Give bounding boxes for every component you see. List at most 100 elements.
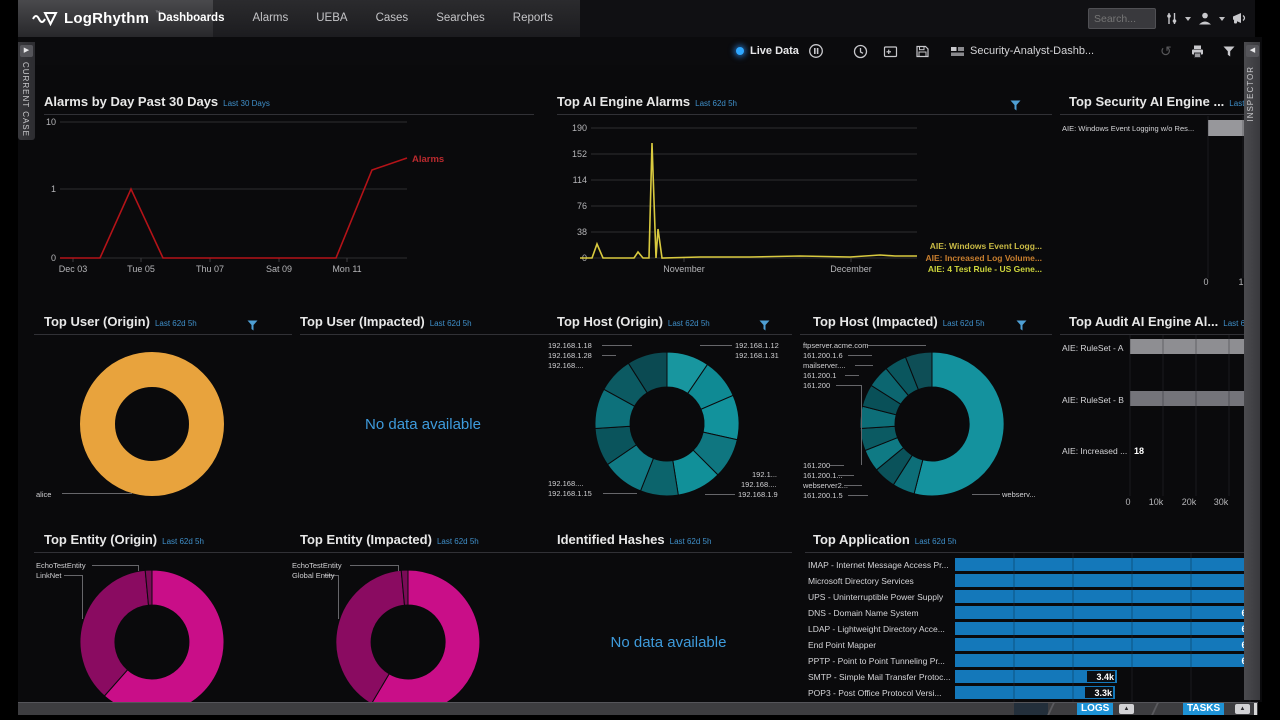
- svg-text:192.168.1.9: 192.168.1.9: [738, 490, 778, 499]
- panel-subtitle: Last 62d 5h: [155, 319, 197, 328]
- panel-filter-icon[interactable]: [1009, 99, 1022, 117]
- logs-drawer-tab[interactable]: LOGS: [1077, 703, 1113, 715]
- svg-text:ftpserver.acme.com: ftpserver.acme.com: [803, 341, 868, 350]
- nav-tab-reports[interactable]: Reports: [499, 0, 567, 37]
- dashboard-toolbar: Live Data: [18, 37, 1255, 65]
- no-data-text: No data available: [300, 416, 546, 433]
- svg-text:192.1...: 192.1...: [752, 470, 777, 479]
- panel-title: Top Security AI Engine ...: [1069, 94, 1224, 109]
- svg-text:30k: 30k: [1214, 497, 1229, 507]
- svg-text:3.4k: 3.4k: [1096, 672, 1115, 682]
- svg-text:161.200: 161.200: [803, 461, 830, 470]
- dashboard-name[interactable]: Security-Analyst-Dashb...: [970, 37, 1094, 65]
- nav-tab-cases[interactable]: Cases: [362, 0, 423, 37]
- chart-canvas: alice: [34, 312, 292, 508]
- svg-text:161.200.1...: 161.200.1...: [803, 471, 843, 480]
- svg-text:AIE: Windows Event Logging w/o: AIE: Windows Event Logging w/o Res...: [1062, 124, 1194, 133]
- nav-tab-ueba[interactable]: UEBA: [302, 0, 361, 37]
- brand-text: LogRhythm: [64, 10, 149, 27]
- current-case-tab[interactable]: ▶ CURRENT CASE: [18, 42, 35, 140]
- panel-title: Alarms by Day Past 30 Days: [44, 94, 218, 109]
- panel-filter-icon[interactable]: [1015, 319, 1028, 337]
- chart-canvas: IMAP - Internet Message Access Pr...Micr…: [805, 530, 1252, 706]
- live-data-toggle[interactable]: Live Data: [736, 37, 799, 65]
- panel-top-user-impacted: Top User (Impacted)Last 62d 5h No data a…: [300, 312, 546, 508]
- filter-settings-icon[interactable]: [1164, 11, 1179, 26]
- panel-filter-icon[interactable]: [246, 319, 259, 337]
- chart-canvas: 1010Dec 03Tue 05Thu 07Sat 09Mon 11Alarms: [44, 92, 534, 297]
- panel-filter-icon[interactable]: [758, 319, 771, 337]
- user-icon[interactable]: [1197, 11, 1213, 26]
- svg-text:76: 76: [577, 201, 587, 211]
- app-logo: LogRhythm ™: [32, 0, 160, 37]
- svg-text:192.168.1.18: 192.168.1.18: [548, 341, 592, 350]
- top-user-impacted-chart: No data available: [300, 312, 546, 508]
- security-ai-engine-chart: AIE: Windows Event Logging w/o Res...01: [1060, 92, 1252, 297]
- nav-tab-searches[interactable]: Searches: [422, 0, 499, 37]
- panel-top-ai-engine-alarms: Top AI Engine Alarms Last 62d 5h 190 152 11…: [557, 92, 1052, 297]
- svg-text:114: 114: [573, 175, 587, 185]
- svg-text:38: 38: [577, 227, 587, 237]
- chevron-down-icon[interactable]: [1185, 17, 1191, 21]
- panel-title: Top Host (Impacted): [813, 314, 938, 329]
- identified-hashes-chart: No data available: [545, 530, 792, 702]
- panel-subtitle: Last 62d 5h: [695, 99, 737, 108]
- add-widget-button[interactable]: [883, 37, 898, 65]
- print-button[interactable]: [1190, 37, 1205, 65]
- undo-button[interactable]: ↺: [1160, 37, 1172, 65]
- megaphone-icon[interactable]: [1231, 11, 1248, 26]
- search-input[interactable]: [1089, 13, 1157, 25]
- pause-button[interactable]: [808, 37, 824, 65]
- save-dashboard-button[interactable]: [915, 37, 930, 65]
- svg-text:AIE: Increased ...: AIE: Increased ...: [1062, 446, 1127, 456]
- panel-subtitle: Last 62d 5h: [437, 537, 479, 546]
- panel-alarms-by-day: Alarms by Day Past 30 Days Last 30 Days 1…: [44, 92, 534, 297]
- svg-text:152: 152: [572, 149, 587, 159]
- svg-text:192.168.1.28: 192.168.1.28: [548, 351, 592, 360]
- dashboard-selector[interactable]: [950, 37, 965, 65]
- chart-canvas: ftpserver.acme.com161.200.1.6mailserver.…: [800, 312, 1052, 508]
- panel-top-host-origin: Top Host (Origin)Last 62d 5h 192.168.1.1…: [545, 312, 792, 508]
- filter-icon: [1222, 45, 1236, 58]
- panel-top-application: Top ApplicationLast 62d 5h IMAP - Intern…: [805, 530, 1252, 706]
- expand-left-icon[interactable]: ◀: [1246, 45, 1259, 57]
- svg-text:December: December: [830, 264, 872, 274]
- print-icon: [1190, 44, 1205, 59]
- time-range-button[interactable]: [853, 37, 868, 65]
- panel-subtitle: Last 30 Days: [223, 99, 270, 108]
- panel-title: Top AI Engine Alarms: [557, 94, 690, 109]
- svg-text:1: 1: [51, 184, 56, 194]
- svg-text:20k: 20k: [1182, 497, 1197, 507]
- panel-title: Top User (Impacted): [300, 314, 425, 329]
- search-box[interactable]: [1088, 8, 1156, 29]
- layout-icon: [950, 45, 965, 58]
- svg-text:LDAP - Lightweight Directory A: LDAP - Lightweight Directory Acce...: [808, 624, 945, 634]
- panel-title: Top Entity (Origin): [44, 532, 157, 547]
- dock-divider: [1151, 703, 1159, 715]
- svg-text:DNS - Domain Name System: DNS - Domain Name System: [808, 608, 919, 618]
- inspector-tab[interactable]: ◀ INSPECTOR: [1244, 42, 1260, 700]
- tasks-drawer-tab[interactable]: TASKS: [1183, 703, 1224, 715]
- panel-identified-hashes: Identified HashesLast 62d 5h No data ava…: [545, 530, 792, 702]
- chevron-down-icon[interactable]: [1219, 17, 1225, 21]
- nav-tab-alarms[interactable]: Alarms: [238, 0, 302, 37]
- logs-expand-button[interactable]: ▲: [1119, 704, 1134, 714]
- global-filter-button[interactable]: [1222, 37, 1236, 65]
- svg-text:10: 10: [46, 117, 56, 127]
- nav-tab-dashboards[interactable]: Dashboards: [144, 0, 238, 37]
- top-application-chart: IMAP - Internet Message Access Pr...Micr…: [805, 530, 1252, 706]
- expand-right-icon[interactable]: ▶: [20, 45, 33, 57]
- no-data-text: No data available: [545, 634, 792, 651]
- svg-text:AIE: Windows Event Logg...: AIE: Windows Event Logg...: [930, 241, 1042, 251]
- panel-subtitle: Last 62d 5h: [670, 537, 712, 546]
- svg-text:Thu 07: Thu 07: [196, 264, 224, 274]
- svg-text:161.200: 161.200: [803, 381, 830, 390]
- svg-text:Microsoft Directory Services: Microsoft Directory Services: [808, 576, 914, 586]
- svg-text:190: 190: [572, 123, 587, 133]
- svg-text:Mon 11: Mon 11: [332, 264, 361, 274]
- add-window-icon: [883, 44, 898, 59]
- top-host-origin-chart: 192.168.1.18192.168.1.28192.168....192.1…: [545, 312, 792, 508]
- svg-text:AIE: RuleSet - B: AIE: RuleSet - B: [1062, 395, 1124, 405]
- tasks-expand-button[interactable]: ▲: [1235, 704, 1250, 714]
- svg-text:192.168.1.12: 192.168.1.12: [735, 341, 779, 350]
